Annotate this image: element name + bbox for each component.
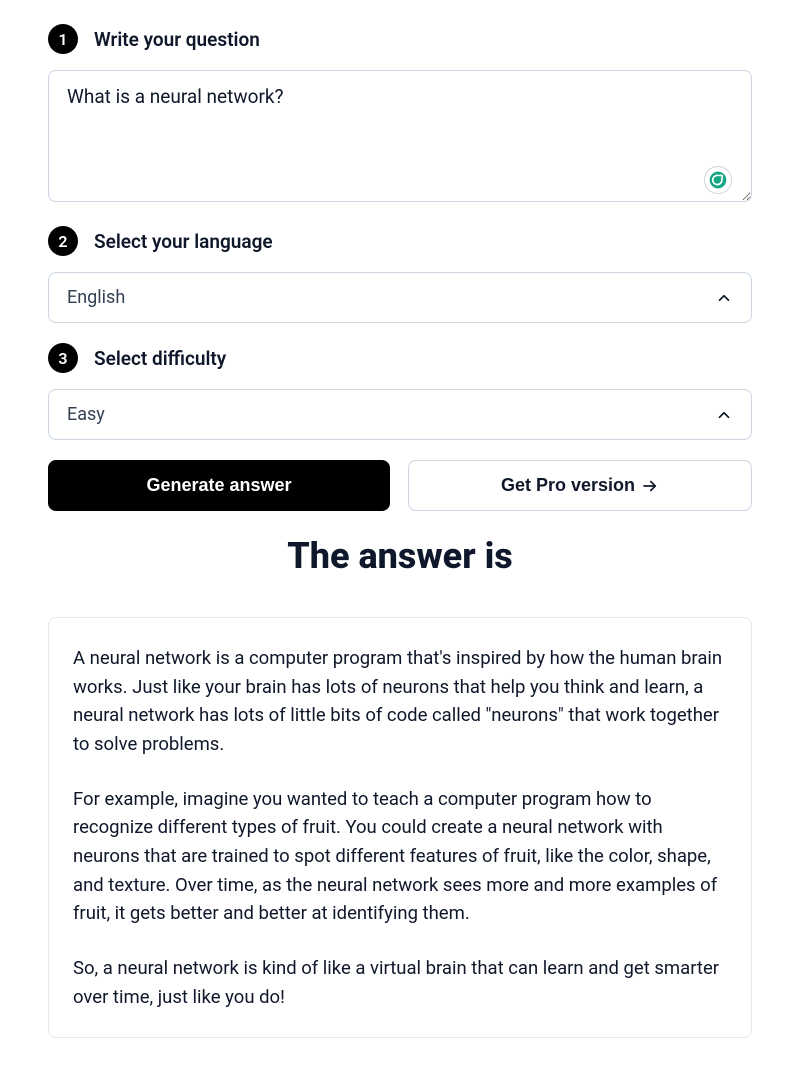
step-1-header: 1 Write your question — [48, 24, 752, 54]
chevron-up-icon — [715, 406, 733, 424]
step-2-label: Select your language — [94, 230, 273, 253]
step-3-label: Select difficulty — [94, 347, 226, 370]
get-pro-button[interactable]: Get Pro version — [408, 460, 752, 511]
pro-button-label: Get Pro version — [501, 475, 635, 496]
generate-button-label: Generate answer — [146, 475, 291, 496]
step-1-number: 1 — [48, 24, 78, 54]
arrow-right-icon — [641, 477, 659, 495]
action-button-row: Generate answer Get Pro version — [48, 460, 752, 511]
answer-heading: The answer is — [48, 535, 752, 577]
answer-paragraph: So, a neural network is kind of like a v… — [73, 954, 727, 1011]
question-input-wrapper — [48, 70, 752, 226]
step-2-number: 2 — [48, 226, 78, 256]
answer-box: A neural network is a computer program t… — [48, 617, 752, 1038]
language-selected-value: English — [67, 287, 125, 308]
answer-paragraph: A neural network is a computer program t… — [73, 644, 727, 759]
step-1-label: Write your question — [94, 28, 260, 51]
answer-paragraph: For example, imagine you wanted to teach… — [73, 785, 727, 928]
generate-answer-button[interactable]: Generate answer — [48, 460, 390, 511]
chevron-up-icon — [715, 289, 733, 307]
step-2-header: 2 Select your language — [48, 226, 752, 256]
question-input[interactable] — [48, 70, 752, 202]
difficulty-selected-value: Easy — [67, 404, 105, 425]
language-dropdown[interactable]: English — [48, 272, 752, 323]
step-3-header: 3 Select difficulty — [48, 343, 752, 373]
difficulty-dropdown[interactable]: Easy — [48, 389, 752, 440]
step-3-number: 3 — [48, 343, 78, 373]
